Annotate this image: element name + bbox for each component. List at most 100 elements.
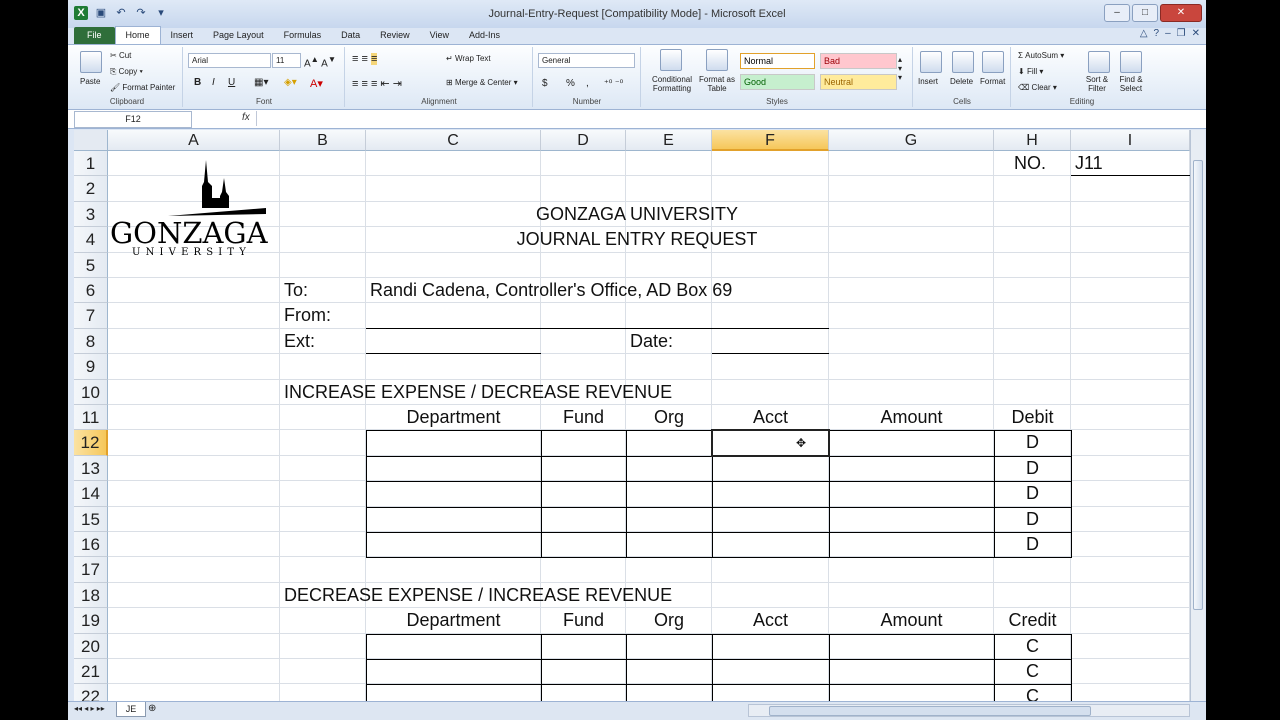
workbook-minimize-icon[interactable]: – xyxy=(1165,28,1171,39)
delete-cells-icon[interactable] xyxy=(952,51,974,73)
row-header-5[interactable]: 5 xyxy=(74,252,108,278)
sort-filter-button[interactable]: Sort & Filter xyxy=(1080,75,1114,93)
table1-cell[interactable] xyxy=(366,532,542,559)
horizontal-scroll-thumb[interactable] xyxy=(769,706,1091,716)
wrap-text-button[interactable]: ↵ Wrap Text xyxy=(446,54,491,63)
table1-cell[interactable] xyxy=(626,430,713,457)
table2-cell[interactable] xyxy=(712,659,830,686)
vertical-scroll-thumb[interactable] xyxy=(1193,160,1203,610)
font-name-select[interactable]: Arial xyxy=(188,53,271,68)
tab-add-ins[interactable]: Add-Ins xyxy=(459,27,510,44)
row-header-14[interactable]: 14 xyxy=(74,481,108,507)
table2-cell[interactable] xyxy=(626,684,713,701)
table1-cell[interactable] xyxy=(712,481,830,508)
find-select-icon[interactable] xyxy=(1120,51,1142,73)
find-select-button[interactable]: Find & Select xyxy=(1114,75,1148,93)
table1-cell[interactable] xyxy=(829,430,995,457)
sheet-tab-je[interactable]: JE xyxy=(116,702,146,717)
format-painter-button[interactable]: 🖌 Format Painter xyxy=(110,83,175,92)
row-header-2[interactable]: 2 xyxy=(74,176,108,202)
table1-cell[interactable] xyxy=(829,481,995,508)
row-header-9[interactable]: 9 xyxy=(74,354,108,380)
row-header-19[interactable]: 19 xyxy=(74,608,108,634)
workbook-restore-icon[interactable]: ❐ xyxy=(1177,28,1186,39)
table1-cell[interactable] xyxy=(829,532,995,559)
format-as-table-button[interactable]: Format as Table xyxy=(696,75,738,93)
table2-cell[interactable] xyxy=(541,684,627,701)
new-sheet-icon[interactable]: ⊕ xyxy=(148,703,156,714)
row-header-6[interactable]: 6 xyxy=(74,278,108,304)
table2-cell[interactable] xyxy=(366,659,542,686)
row-header-16[interactable]: 16 xyxy=(74,532,108,558)
close-icon[interactable]: ✕ xyxy=(1160,4,1202,22)
row-header-7[interactable]: 7 xyxy=(74,303,108,329)
horizontal-align-icons[interactable]: ≡ ≡ ≡ ⇤ ⇥ xyxy=(352,77,402,90)
italic-button[interactable]: I xyxy=(212,77,215,88)
paste-button[interactable]: Paste xyxy=(80,77,100,86)
style-neutral[interactable]: Neutral xyxy=(820,74,897,90)
table1-cell[interactable] xyxy=(712,455,830,483)
percent-button[interactable]: % xyxy=(566,78,575,89)
row-header-17[interactable]: 17 xyxy=(74,557,108,583)
row-header-18[interactable]: 18 xyxy=(74,582,108,609)
table2-cell[interactable] xyxy=(366,633,542,660)
tab-home[interactable]: Home xyxy=(114,26,161,44)
conditional-formatting-icon[interactable] xyxy=(660,49,682,71)
table1-cell[interactable] xyxy=(626,455,713,483)
row-header-22[interactable]: 22 xyxy=(74,684,108,701)
horizontal-scrollbar[interactable] xyxy=(748,704,1190,717)
decimal-icons[interactable]: ⁺⁰ ⁻⁰ xyxy=(604,78,623,89)
styles-more-icon[interactable]: ▴ ▾ ▾ xyxy=(898,55,902,82)
table1-cell[interactable] xyxy=(626,506,713,533)
minimize-icon[interactable]: – xyxy=(1104,4,1130,22)
column-header-f[interactable]: F xyxy=(712,130,829,151)
table1-cell[interactable] xyxy=(829,506,995,533)
grow-font-icon[interactable]: A▲ A▼ xyxy=(304,54,336,69)
row-header-21[interactable]: 21 xyxy=(74,659,108,685)
table2-cell[interactable] xyxy=(829,684,995,701)
table2-cell[interactable] xyxy=(712,684,830,701)
table1-cell[interactable] xyxy=(541,455,627,483)
row-header-12[interactable]: 12 xyxy=(74,430,108,456)
fill-button[interactable]: ⬇ Fill ▾ xyxy=(1018,67,1043,76)
table2-cell[interactable] xyxy=(626,633,713,660)
tab-insert[interactable]: Insert xyxy=(161,27,204,44)
insert-cells-icon[interactable] xyxy=(920,51,942,73)
name-box[interactable]: F12 xyxy=(74,111,192,128)
table1-cell[interactable] xyxy=(541,532,627,559)
tab-view[interactable]: View xyxy=(420,27,459,44)
vertical-align-icons[interactable]: ≡ ≡ ≡ xyxy=(352,53,378,65)
table2-cell[interactable] xyxy=(829,633,995,660)
font-size-select[interactable]: 11 xyxy=(272,53,301,68)
column-header-d[interactable]: D xyxy=(541,130,626,151)
style-good[interactable]: Good xyxy=(740,74,815,90)
table2-cell[interactable] xyxy=(541,633,627,660)
style-normal[interactable]: Normal xyxy=(740,53,815,69)
table2-cell[interactable] xyxy=(541,659,627,686)
table1-cell[interactable] xyxy=(541,506,627,533)
cut-button[interactable]: ✂ Cut xyxy=(110,51,131,60)
column-header-e[interactable]: E xyxy=(626,130,712,151)
column-header-a[interactable]: A xyxy=(108,130,280,151)
format-cells-icon[interactable] xyxy=(982,51,1004,73)
number-format-select[interactable]: General xyxy=(538,53,635,68)
table1-cell[interactable] xyxy=(626,481,713,508)
table1-cell[interactable] xyxy=(829,455,995,483)
format-as-table-icon[interactable] xyxy=(706,49,728,71)
conditional-formatting-button[interactable]: Conditional Formatting xyxy=(644,75,700,93)
tab-page-layout[interactable]: Page Layout xyxy=(203,27,274,44)
table1-cell[interactable] xyxy=(712,506,830,533)
format-cells-button[interactable]: Format xyxy=(980,77,1005,86)
help-icon[interactable]: ? xyxy=(1154,28,1160,39)
tab-review[interactable]: Review xyxy=(370,27,420,44)
sort-filter-icon[interactable] xyxy=(1088,51,1110,73)
table2-cell[interactable] xyxy=(626,659,713,686)
copy-button[interactable]: ⎘ Copy ▾ xyxy=(110,67,143,77)
table2-cell[interactable] xyxy=(829,659,995,686)
table1-cell[interactable] xyxy=(366,455,542,483)
table1-cell[interactable] xyxy=(626,532,713,559)
row-header-11[interactable]: 11 xyxy=(74,405,108,431)
maximize-icon[interactable]: □ xyxy=(1132,4,1158,22)
fill-color-icon[interactable]: ◈▾ xyxy=(284,77,297,88)
currency-button[interactable]: $ xyxy=(542,78,548,89)
